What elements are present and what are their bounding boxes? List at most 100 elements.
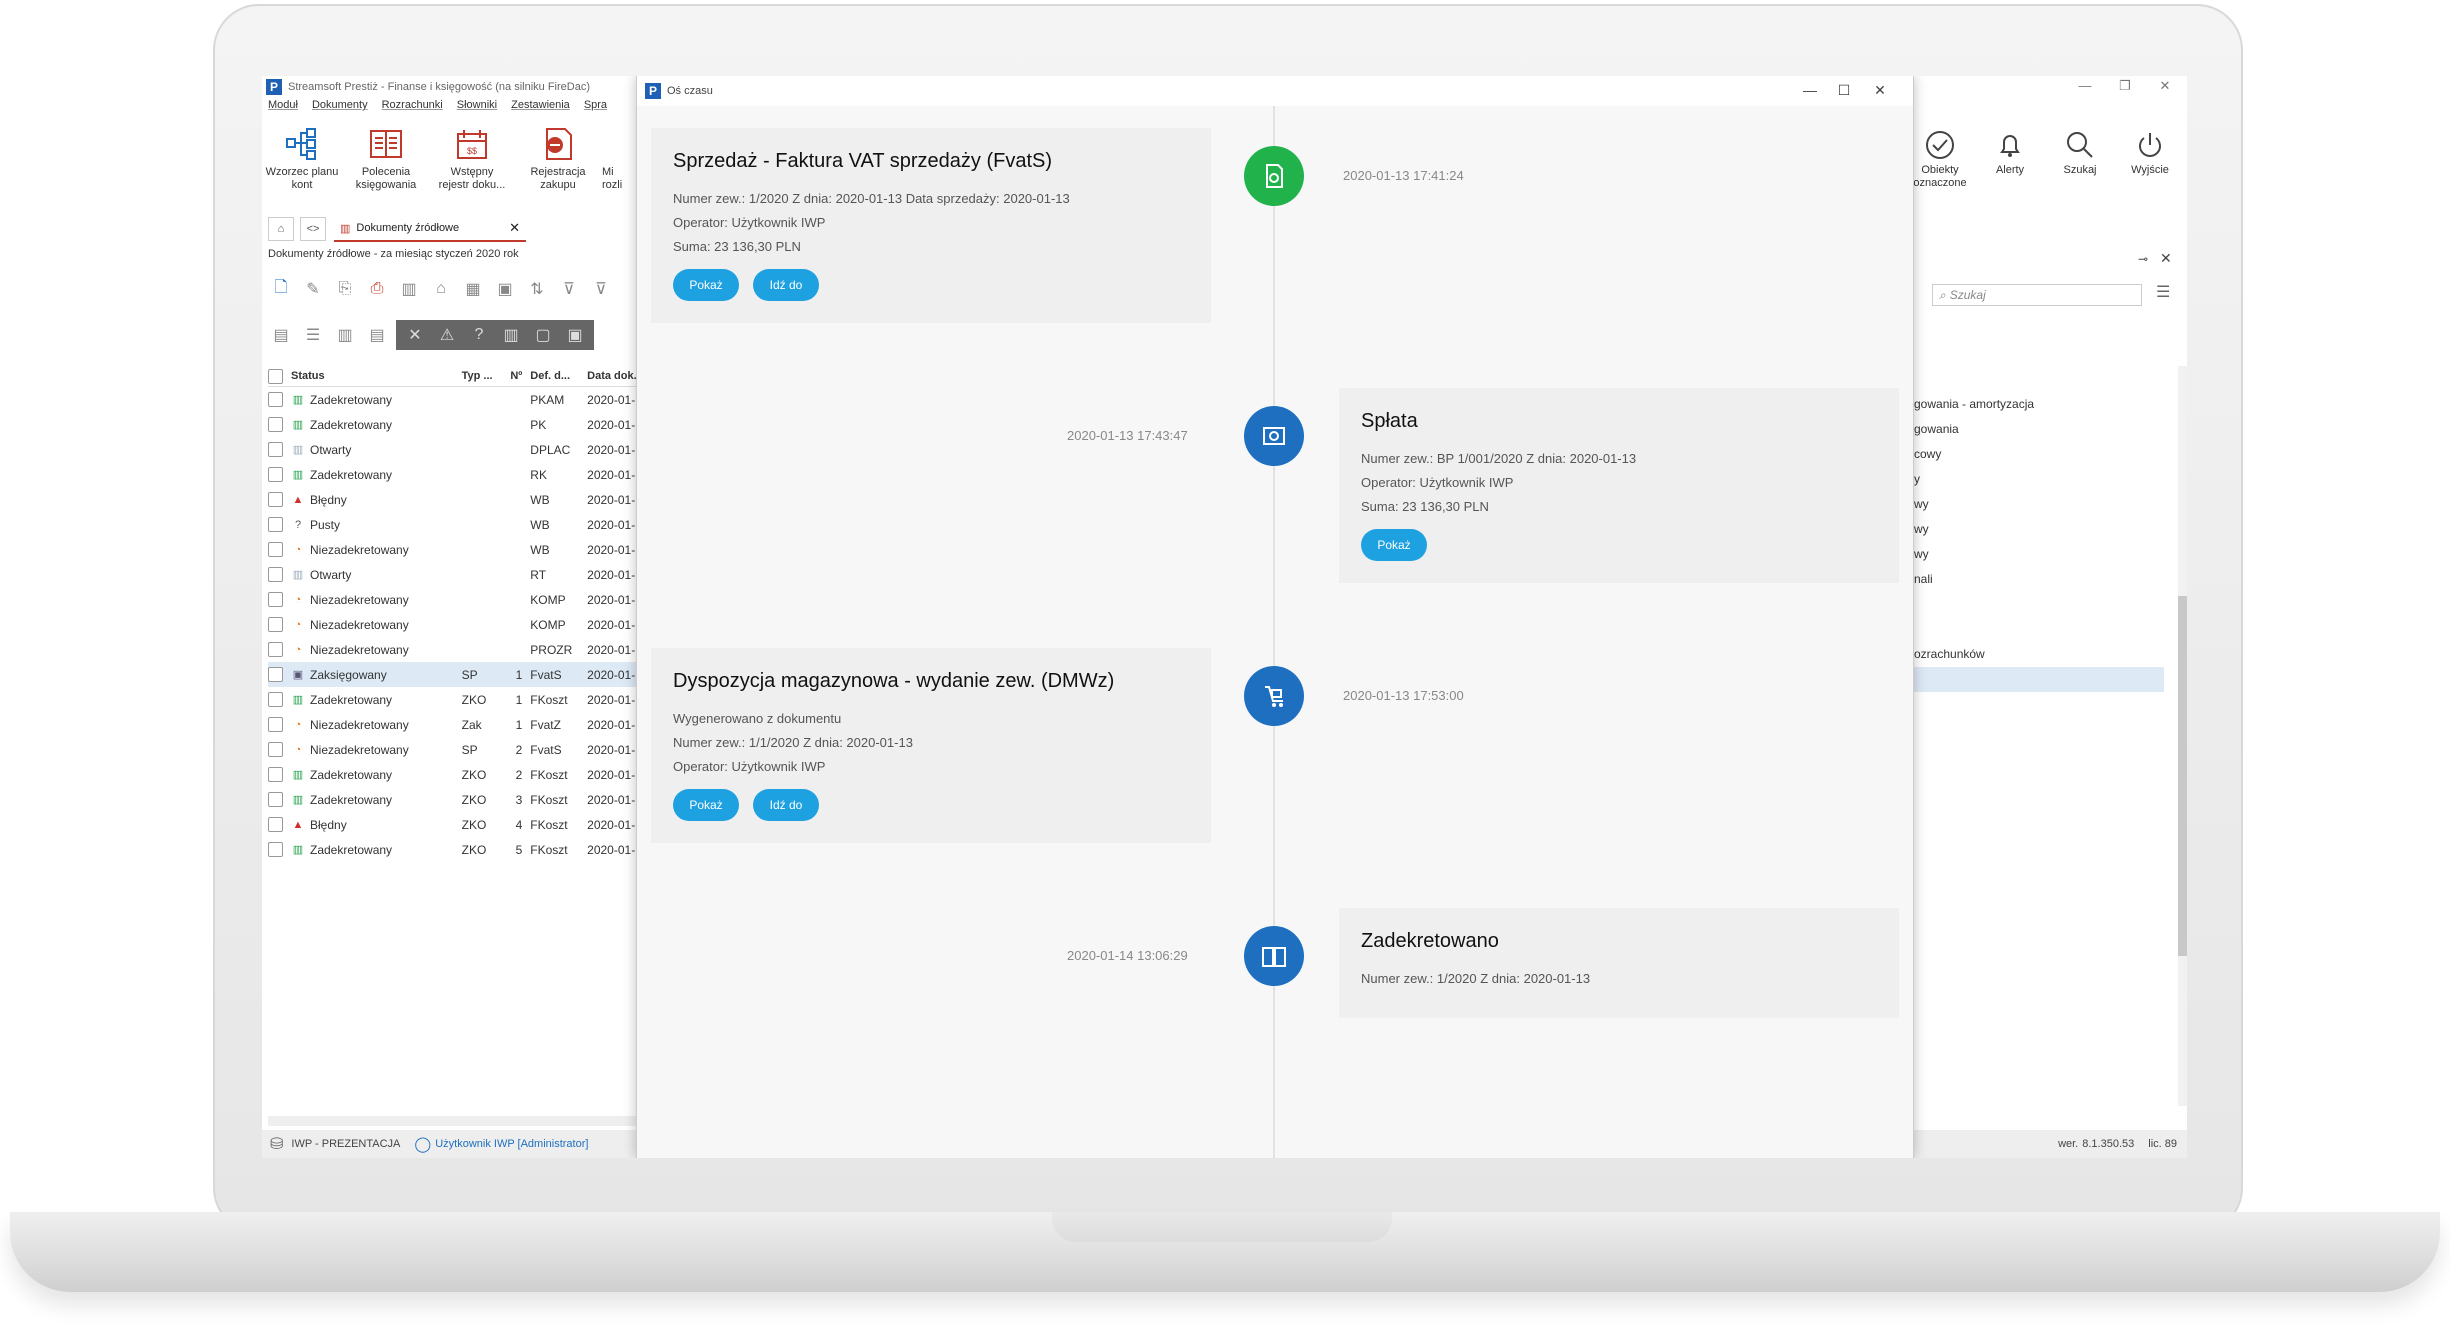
row-checkbox[interactable] (268, 467, 283, 482)
go-to-button[interactable]: Idź do (753, 789, 819, 821)
row-checkbox[interactable] (268, 442, 283, 457)
archive-icon[interactable]: ▣ (492, 276, 518, 302)
row-checkbox[interactable] (268, 692, 283, 707)
marked-objects-button[interactable]: Obiekty oznaczone (1912, 126, 1968, 190)
list-item[interactable]: y (1914, 467, 2164, 492)
ribbon-purchase-registration-button[interactable]: Rejestracja zakupu (518, 120, 598, 192)
table-row[interactable]: ◔ Niezadekretowany Zak 1 FvatZ 2020-01- (268, 712, 644, 737)
list-item[interactable]: ozrachunków (1914, 642, 2164, 667)
home-icon[interactable]: ⌂ (268, 217, 294, 241)
select-all-checkbox[interactable] (268, 368, 283, 384)
row-checkbox[interactable] (268, 392, 283, 407)
go-to-button[interactable]: Idź do (753, 269, 819, 301)
list-item[interactable]: gowania (1914, 417, 2164, 442)
menu-slowniki[interactable]: Słowniki (457, 99, 497, 117)
table-row[interactable]: ◔ Niezadekretowany WB 2020-01- (268, 537, 644, 562)
search-input[interactable]: ⌕ Szukaj (1932, 284, 2142, 306)
row-checkbox[interactable] (268, 842, 283, 857)
scroll-thumb[interactable] (2178, 596, 2187, 956)
tab-close-icon[interactable]: ✕ (509, 220, 520, 236)
row-checkbox[interactable] (268, 492, 283, 507)
print-icon[interactable]: ⎙ (364, 276, 390, 302)
table-row[interactable]: ▥ Zadekretowany RK 2020-01- (268, 462, 644, 487)
list-item[interactable]: nali (1914, 567, 2164, 592)
table-row[interactable]: ◔ Niezadekretowany PROZR 2020-01- (268, 637, 644, 662)
question-filter-icon[interactable]: ? (466, 322, 492, 348)
code-tab-icon[interactable]: <> (300, 217, 326, 241)
row-checkbox[interactable] (268, 767, 283, 782)
dialog-maximize-icon[interactable]: ☐ (1829, 82, 1859, 99)
row-checkbox[interactable] (268, 592, 283, 607)
menu-modul[interactable]: Moduł (268, 99, 298, 117)
list-item[interactable]: wy (1914, 517, 2164, 542)
table-row[interactable]: ◔ Niezadekretowany KOMP 2020-01- (268, 587, 644, 612)
row-checkbox[interactable] (268, 717, 283, 732)
minimize-icon[interactable]: — (2070, 78, 2100, 93)
show-button[interactable]: Pokaż (1361, 529, 1427, 561)
sort-icon[interactable]: ⇅ (524, 276, 550, 302)
table-row[interactable]: ▥ Zadekretowany PKAM 2020-01- (268, 387, 644, 412)
row-checkbox[interactable] (268, 642, 283, 657)
list-item[interactable]: wy (1914, 542, 2164, 567)
list-item-selected[interactable] (1914, 667, 2164, 692)
col-def[interactable]: Def. d... (530, 370, 587, 382)
list-item[interactable]: gowania - amortyzacja (1914, 392, 2164, 417)
exit-button[interactable]: Wyjście (2122, 126, 2178, 190)
user-name[interactable]: Użytkownik IWP [Administrator] (435, 1138, 588, 1150)
table-row[interactable]: ◔ Niezadekretowany KOMP 2020-01- (268, 612, 644, 637)
list-item[interactable] (1914, 617, 2164, 642)
ledger-filter-icon[interactable]: ▣ (562, 322, 588, 348)
list-item[interactable]: wy (1914, 492, 2164, 517)
report-icon[interactable]: ▤ (364, 322, 390, 348)
row-checkbox[interactable] (268, 517, 283, 532)
menu-icon[interactable]: ☰ (2156, 282, 2170, 302)
table-row[interactable]: ◔ Niezadekretowany SP 2 FvatS 2020-01- (268, 737, 644, 762)
dialog-minimize-icon[interactable]: — (1795, 82, 1825, 98)
menu-dokumenty[interactable]: Dokumenty (312, 99, 368, 117)
copy-document-icon[interactable]: ⎘ (332, 276, 358, 302)
ledger-view-icon[interactable]: ▥ (396, 276, 422, 302)
table-row[interactable]: ▥ Zadekretowany ZKO 3 FKoszt 2020-01- (268, 787, 644, 812)
row-checkbox[interactable] (268, 742, 283, 757)
open-book-filter-icon[interactable]: ▥ (498, 322, 524, 348)
col-nr[interactable]: Nº (507, 370, 522, 382)
list-item[interactable] (1914, 592, 2164, 617)
ribbon-preliminary-register-button[interactable]: $$ Wstępny rejestr doku... (432, 120, 512, 192)
warning-filter-icon[interactable]: ⚠ (434, 322, 460, 348)
dialog-close-icon[interactable]: ✕ (1865, 82, 1895, 99)
edit-document-icon[interactable]: ✎ (300, 276, 326, 302)
table-row[interactable]: ? Pusty WB 2020-01- (268, 512, 644, 537)
table-row[interactable]: ▥ Otwarty DPLAC 2020-01- (268, 437, 644, 462)
close-icon[interactable]: ✕ (2150, 78, 2180, 94)
alerts-button[interactable]: Alerty (1982, 126, 2038, 190)
row-checkbox[interactable] (268, 792, 283, 807)
table-row[interactable]: ▣ Zaksięgowany SP 1 FvatS 2020-01- (268, 662, 644, 687)
row-checkbox[interactable] (268, 667, 283, 682)
calendar-icon[interactable]: ▦ (460, 276, 486, 302)
row-checkbox[interactable] (268, 567, 283, 582)
chart-view-icon[interactable]: ⌂ (428, 276, 454, 302)
table-row[interactable]: ▲ Błędny ZKO 4 FKoszt 2020-01- (268, 812, 644, 837)
row-checkbox[interactable] (268, 817, 283, 832)
row-checkbox[interactable] (268, 417, 283, 432)
table-row[interactable]: ▥ Zadekretowany ZKO 2 FKoszt 2020-01- (268, 762, 644, 787)
table-row[interactable]: ▥ Zadekretowany ZKO 1 FKoszt 2020-01- (268, 687, 644, 712)
vertical-scrollbar[interactable] (2178, 366, 2187, 1106)
search-button[interactable]: Szukaj (2052, 126, 2108, 190)
row-checkbox[interactable] (268, 542, 283, 557)
ribbon-posting-orders-button[interactable]: Polecenia księgowania (346, 120, 426, 192)
book-icon[interactable]: ▥ (332, 322, 358, 348)
table-row[interactable]: ▥ Zadekretowany PK 2020-01- (268, 412, 644, 437)
pin-icon[interactable]: ⊸ (2138, 252, 2148, 266)
new-document-icon[interactable]: 🗋 (268, 276, 294, 302)
menu-zestawienia[interactable]: Zestawienia (511, 99, 570, 117)
table-row[interactable]: ▥ Otwarty RT 2020-01- (268, 562, 644, 587)
tab-source-documents[interactable]: ▥ Dokumenty źródłowe ✕ (334, 216, 526, 242)
horizontal-scrollbar[interactable] (268, 1116, 644, 1126)
menu-spra[interactable]: Spra (584, 99, 607, 117)
panel-close-icon[interactable]: ✕ (2160, 250, 2172, 267)
cancel-filter-icon[interactable]: ✕ (402, 322, 428, 348)
restore-icon[interactable]: ❐ (2110, 78, 2140, 94)
filter-more-icon[interactable]: ⊽ (588, 276, 614, 302)
menu-rozrachunki[interactable]: Rozrachunki (382, 99, 443, 117)
